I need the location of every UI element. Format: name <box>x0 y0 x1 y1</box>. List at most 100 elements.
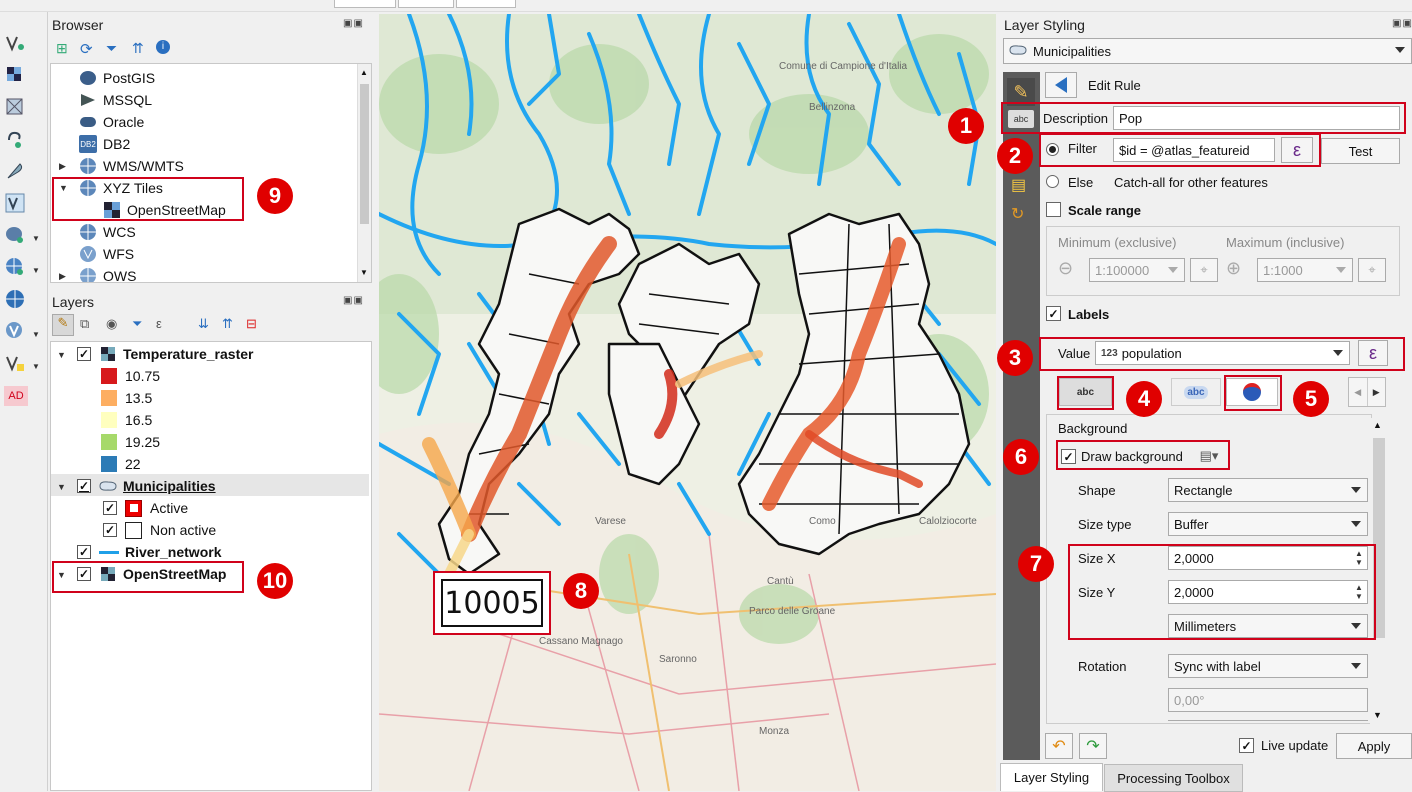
scale-range-checkbox[interactable] <box>1046 202 1061 217</box>
redo-icon[interactable]: ↷ <box>1079 733 1107 759</box>
scroll-right-icon[interactable]: ▶ <box>1366 378 1386 406</box>
live-update-checkbox[interactable]: ✓ <box>1239 738 1254 753</box>
expression-filter-icon[interactable]: ε <box>156 316 162 331</box>
rule-checkbox[interactable]: ✓ <box>103 501 117 515</box>
browser-item-ows[interactable]: OWS <box>79 265 136 282</box>
history-tab-icon[interactable]: ↻ <box>1011 204 1024 224</box>
max-scale-combo[interactable]: 1:1000 <box>1257 258 1353 282</box>
refresh-icon[interactable]: ⟳ <box>80 40 93 58</box>
elephant-icon <box>79 69 97 87</box>
tab-layer-styling[interactable]: Layer Styling <box>1000 763 1103 791</box>
browser-item-mssql[interactable]: MSSQL <box>79 89 152 111</box>
size-type-combo[interactable]: Buffer <box>1168 512 1368 536</box>
expand-all-icon[interactable]: ⇊ <box>198 316 209 332</box>
tab-processing-toolbox[interactable]: Processing Toolbox <box>1104 764 1243 792</box>
browser-item-db2[interactable]: DB2 DB2 <box>79 133 130 155</box>
browser-item-wms[interactable]: WMS/WMTS <box>79 155 184 177</box>
browser-item-label: PostGIS <box>103 70 156 86</box>
scroll-up-icon[interactable]: ▲ <box>360 68 368 77</box>
line-symbol <box>99 550 119 554</box>
rule-active[interactable]: ✓ Active <box>103 497 188 519</box>
ad-plugin-button[interactable]: AD <box>4 386 28 406</box>
test-button[interactable]: Test <box>1321 138 1400 164</box>
apply-button[interactable]: Apply <box>1336 733 1412 759</box>
visibility-icon[interactable]: ◉ <box>106 316 117 332</box>
collapse-all-icon[interactable]: ⇈ <box>222 316 233 332</box>
new-layer-icon[interactable] <box>4 352 26 374</box>
rule-checkbox[interactable]: ✓ <box>103 523 117 537</box>
collapse-icon[interactable]: ▼ <box>57 482 66 492</box>
set-current-scale-icon[interactable]: ⌖ <box>1190 258 1218 282</box>
collapse-icon[interactable]: ▼ <box>57 350 66 360</box>
chevron-down-icon <box>1351 663 1361 669</box>
labels-checkbox[interactable]: ✓ <box>1046 306 1061 321</box>
add-wfs-icon[interactable] <box>4 320 26 342</box>
else-radio[interactable] <box>1046 175 1059 191</box>
filter-icon[interactable]: ⏷ <box>106 40 117 57</box>
layer-river-network[interactable]: ✓ River_network <box>77 541 221 563</box>
layers-panel-controls[interactable]: ▣▣ <box>343 295 364 306</box>
scroll-up-icon[interactable]: ▲ <box>1373 420 1382 430</box>
scroll-left-icon[interactable]: ◀ <box>1349 378 1367 406</box>
chevron-down-icon[interactable]: ▼ <box>32 330 40 339</box>
add-raster-layer-icon[interactable] <box>4 64 26 86</box>
rule-non-active[interactable]: ✓ Non active <box>103 519 216 541</box>
callout-badge: 3 <box>997 340 1033 376</box>
browser-item-postgis[interactable]: PostGIS <box>79 67 155 89</box>
add-postgis-icon[interactable] <box>4 224 26 246</box>
collapse-all-icon[interactable]: ⇈ <box>132 40 144 57</box>
browser-item-oracle[interactable]: Oracle <box>79 111 144 133</box>
back-button[interactable] <box>1045 72 1077 98</box>
undo-icon[interactable]: ↶ <box>1045 733 1073 759</box>
expand-icon[interactable]: ▶ <box>59 271 66 282</box>
toolbar-field[interactable] <box>334 0 396 8</box>
add-wms-icon[interactable] <box>4 256 26 278</box>
masks-tab-icon[interactable]: ▤ <box>1011 175 1026 195</box>
remove-layer-icon[interactable]: ⊟ <box>246 316 257 332</box>
toolbar-field[interactable] <box>456 0 516 8</box>
browser-toolbar: ⊞ ⟳ ⏷ ⇈ i <box>56 40 236 58</box>
toolbar-field[interactable] <box>398 0 454 8</box>
shape-combo[interactable]: Rectangle <box>1168 478 1368 502</box>
min-scale-value: 1:100000 <box>1095 262 1150 278</box>
filter-legend-icon[interactable]: ⏷ <box>132 316 142 332</box>
info-icon[interactable]: i <box>156 40 170 54</box>
scroll-thumb[interactable] <box>360 84 369 224</box>
scroll-down-icon[interactable]: ▼ <box>360 268 368 277</box>
styling-panel-controls[interactable]: ▣▣ <box>1392 18 1412 29</box>
browser-scrollbar[interactable]: ▲ ▼ <box>357 64 371 282</box>
add-mesh-layer-icon[interactable] <box>4 96 26 118</box>
expand-icon[interactable]: ▶ <box>59 161 66 172</box>
browser-panel-controls[interactable]: ▣▣ <box>343 18 364 29</box>
add-group-icon[interactable]: ⧉ <box>80 316 89 332</box>
chevron-down-icon[interactable]: ▼ <box>32 234 40 243</box>
layer-visibility-checkbox[interactable]: ✓ <box>77 479 91 493</box>
layer-visibility-checkbox[interactable]: ✓ <box>77 347 91 361</box>
chevron-down-icon[interactable]: ▼ <box>32 266 40 275</box>
zoom-out-icon[interactable]: ⊖ <box>1058 258 1073 279</box>
map-canvas[interactable]: Comune di Campione d'Italia Bellinzona V… <box>379 14 996 791</box>
layer-municipalities[interactable]: ✓ Municipalities <box>77 475 216 497</box>
layer-visibility-checkbox[interactable]: ✓ <box>77 545 91 559</box>
chevron-down-icon[interactable]: ▼ <box>32 362 40 371</box>
layer-temperature-raster[interactable]: ✓ Temperature_raster <box>77 343 253 365</box>
min-scale-combo[interactable]: 1:100000 <box>1089 258 1185 282</box>
formatting-tab[interactable]: abc <box>1171 378 1221 406</box>
browser-item-wcs[interactable]: WCS <box>79 221 136 243</box>
add-spatialite-icon[interactable] <box>4 160 26 182</box>
add-wcs-icon[interactable] <box>4 288 26 310</box>
add-vector-layer-icon[interactable] <box>4 32 26 54</box>
legend-label: 22 <box>125 456 141 472</box>
add-geopackage-icon[interactable] <box>4 192 26 214</box>
set-current-scale-icon[interactable]: ⌖ <box>1358 258 1386 282</box>
rotation-combo[interactable]: Sync with label <box>1168 654 1368 678</box>
zoom-in-icon[interactable]: ⊕ <box>1226 258 1241 279</box>
scroll-down-icon[interactable]: ▼ <box>1373 710 1382 720</box>
map-label-highlight: 10005 <box>433 571 551 635</box>
styling-panel-icon[interactable]: ✎ <box>52 314 74 336</box>
browser-item-wfs[interactable]: WFS <box>79 243 134 265</box>
add-delimited-text-icon[interactable] <box>4 128 26 150</box>
layer-selector[interactable]: Municipalities <box>1003 38 1412 64</box>
add-selected-icon[interactable]: ⊞ <box>56 40 68 57</box>
rotation-angle-input[interactable]: 0,00° <box>1168 688 1368 712</box>
